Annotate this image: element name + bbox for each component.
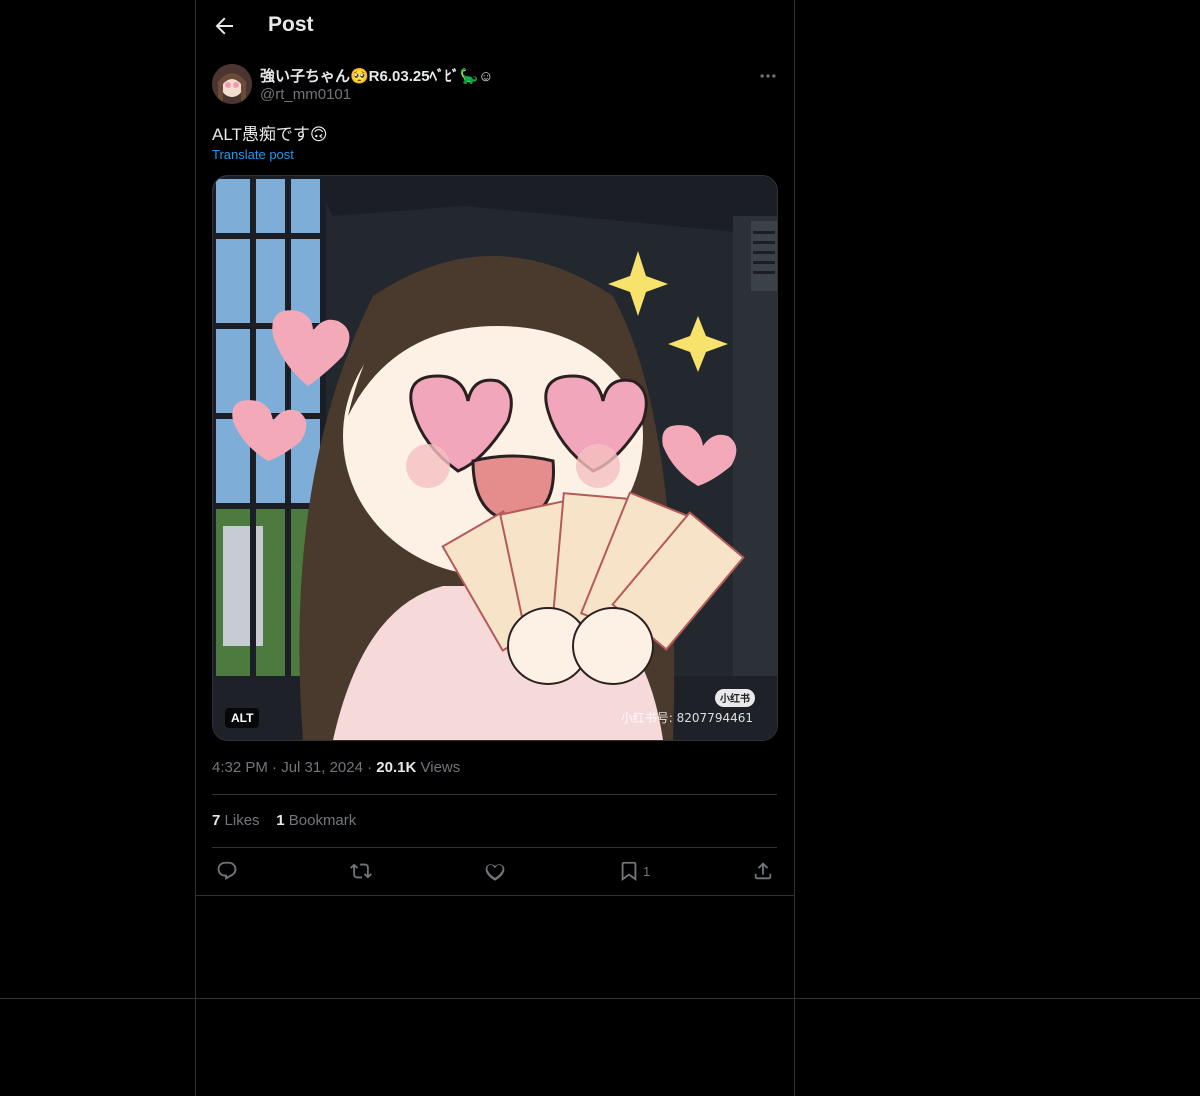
watermark-id: 小红书号: 8207794461	[621, 710, 753, 725]
engagement-stats: 7 Likes 1 Bookmark	[212, 812, 356, 829]
divider	[0, 998, 1200, 999]
alt-badge[interactable]: ALT	[225, 708, 260, 728]
more-options-icon[interactable]	[758, 66, 778, 86]
bookmarks-label: Bookmark	[288, 812, 357, 829]
like-icon[interactable]	[484, 860, 506, 882]
post-time[interactable]: 4:32 PM	[212, 759, 268, 776]
post-text: ALT愚痴です🙃	[212, 125, 328, 144]
meta-dot: ·	[367, 759, 373, 776]
bookmark-icon[interactable]	[618, 860, 640, 882]
page-header: Post	[196, 0, 794, 53]
likes-stat[interactable]: 7 Likes	[212, 812, 264, 829]
post-image[interactable]: 小红书 小红书号: 8207794461 ALT	[212, 175, 778, 741]
author-display-name[interactable]: 強い子ちゃん🥺R6.03.25ﾍﾞﾋﾞ🦕☺	[260, 65, 494, 86]
views-count: 20.1K	[376, 759, 417, 776]
author-handle[interactable]: @rt_mm0101	[260, 86, 351, 103]
arrow-left-icon[interactable]	[212, 14, 236, 38]
divider	[212, 794, 777, 795]
post-meta: 4:32 PM · Jul 31, 2024 · 20.1K Views	[212, 759, 460, 776]
likes-label: Likes	[224, 812, 260, 829]
divider	[212, 847, 777, 848]
translate-post-link[interactable]: Translate post	[212, 147, 294, 162]
watermark-badge: 小红书	[719, 692, 750, 705]
divider	[196, 895, 794, 896]
bookmarks-count: 1	[276, 812, 285, 829]
repost-icon[interactable]	[350, 860, 372, 882]
avatar[interactable]	[212, 64, 252, 104]
meta-dot: ·	[272, 759, 278, 776]
likes-count: 7	[212, 812, 221, 829]
reply-icon[interactable]	[216, 860, 238, 882]
bookmark-action-count: 1	[643, 864, 651, 879]
share-icon[interactable]	[752, 860, 774, 882]
page-title: Post	[268, 13, 314, 36]
anime-girl-illustration: 小红书 小红书号: 8207794461	[213, 176, 777, 740]
bookmarks-stat[interactable]: 1 Bookmark	[276, 812, 356, 829]
post-date[interactable]: Jul 31, 2024	[281, 759, 363, 776]
views-label: Views	[420, 759, 461, 776]
main-column: Post 強い子ちゃん🥺R6.03.25ﾍﾞﾋﾞ🦕☺ @rt_mm0101 AL…	[195, 0, 795, 1096]
